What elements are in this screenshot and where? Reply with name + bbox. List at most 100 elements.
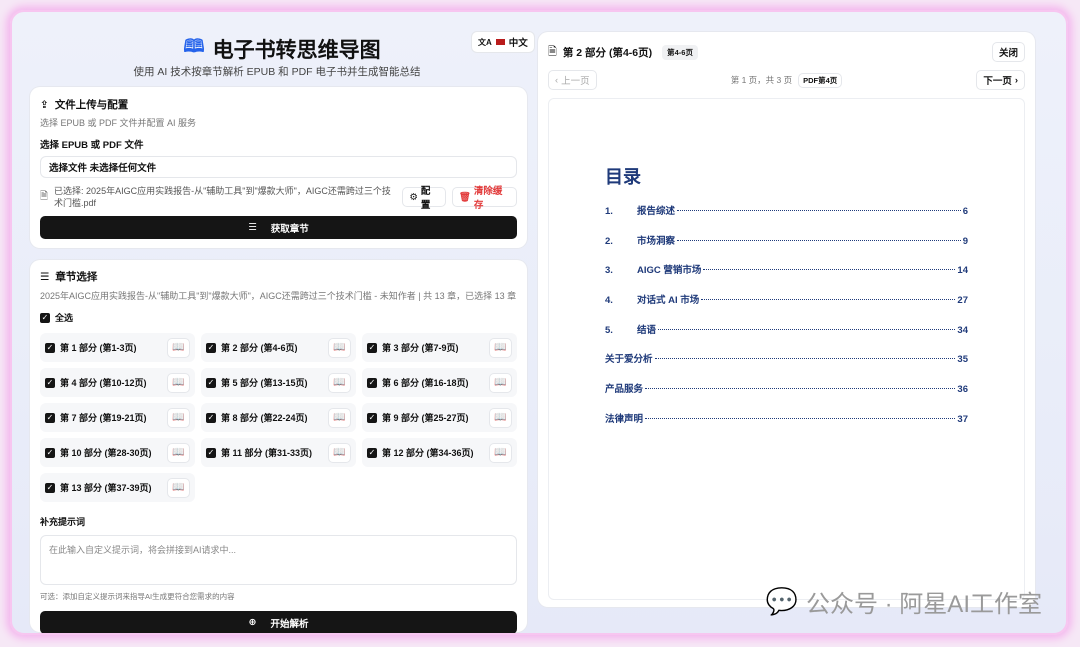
- watermark: 💬 公众号 · 阿星AI工作室: [765, 586, 1042, 618]
- dot-leader: [701, 299, 956, 301]
- checkbox-checked-icon[interactable]: ✓: [206, 447, 216, 458]
- checkbox-checked-icon[interactable]: ✓: [45, 412, 55, 423]
- chapter-item[interactable]: ✓ 第 9 部分 (第25-27页) 📖: [362, 403, 517, 432]
- chevron-left-icon: ‹: [555, 74, 559, 86]
- checkbox-checked-icon[interactable]: ✓: [206, 412, 216, 423]
- upload-card: ⇪ 文件上传与配置 选择 EPUB 或 PDF 文件并配置 AI 服务 选择 EP…: [30, 87, 527, 248]
- prev-page-button[interactable]: ‹ 上一页: [548, 70, 597, 90]
- upload-icon: ⇪: [40, 98, 49, 111]
- checkbox-checked-icon: ✓: [40, 312, 50, 323]
- dot-leader: [677, 210, 961, 211]
- dot-leader: [645, 417, 956, 419]
- book-preview-icon[interactable]: 📖: [489, 337, 512, 358]
- chapter-item[interactable]: ✓ 第 12 部分 (第34-36页) 📖: [362, 438, 517, 467]
- prompt-label: 补充提示词: [40, 517, 86, 527]
- book-preview-icon[interactable]: 📖: [167, 477, 190, 498]
- page-subtitle: 使用 AI 技术按章节解析 EPUB 和 PDF 电子书并生成智能总结: [133, 66, 421, 78]
- chapter-item[interactable]: ✓ 第 5 部分 (第13-15页) 📖: [201, 368, 356, 397]
- viewer-title: 第 2 部分 (第4-6页): [562, 46, 653, 59]
- book-preview-icon[interactable]: 📖: [167, 372, 190, 393]
- wechat-icon: 💬: [765, 586, 798, 616]
- checkbox-checked-icon[interactable]: ✓: [367, 377, 377, 388]
- dot-leader: [654, 358, 956, 360]
- chapter-item[interactable]: ✓ 第 13 部分 (第37-39页) 📖: [40, 473, 195, 502]
- language-switch[interactable]: 文A 中文: [472, 32, 534, 52]
- trash-icon: 🗑: [458, 191, 471, 203]
- book-preview-icon[interactable]: 📖: [489, 372, 512, 393]
- book-preview-icon[interactable]: 📖: [328, 442, 351, 463]
- dot-leader: [645, 388, 956, 390]
- file-input[interactable]: 选择文件 未选择任何文件: [40, 156, 517, 178]
- book-preview-icon[interactable]: 📖: [328, 337, 351, 358]
- gear-icon: ⚙: [409, 191, 418, 203]
- fetch-chapters-button[interactable]: ☰ 获取章节: [40, 216, 517, 239]
- upload-desc: 选择 EPUB 或 PDF 文件并配置 AI 服务: [40, 118, 197, 128]
- chapter-item[interactable]: ✓ 第 1 部分 (第1-3页) 📖: [40, 333, 195, 362]
- brain-icon: ⊕: [248, 617, 257, 628]
- chapter-item[interactable]: ✓ 第 4 部分 (第10-12页) 📖: [40, 368, 195, 397]
- toc-entry: 2. 市场洞察 9: [605, 235, 968, 247]
- toc-entry: 法律声明 37: [605, 413, 968, 425]
- clear-cache-button[interactable]: 🗑 清除缓存: [451, 186, 517, 211]
- file-icon: 🗎: [40, 190, 49, 202]
- dot-leader: [677, 239, 961, 241]
- chapter-item[interactable]: ✓ 第 10 部分 (第28-30页) 📖: [40, 438, 195, 467]
- checkbox-checked-icon[interactable]: ✓: [206, 342, 216, 353]
- page-title: 🕮 电子书转思维导图: [183, 36, 381, 62]
- checkbox-checked-icon[interactable]: ✓: [45, 342, 55, 353]
- book-preview-icon[interactable]: 📖: [328, 407, 351, 428]
- checkbox-checked-icon[interactable]: ✓: [367, 342, 377, 353]
- toc-entry: 3. AIGC 营销市场 14: [605, 265, 968, 277]
- chapter-item[interactable]: ✓ 第 8 部分 (第22-24页) 📖: [201, 403, 356, 432]
- checkbox-checked-icon[interactable]: ✓: [367, 412, 377, 423]
- book-preview-icon[interactable]: 📖: [489, 442, 512, 463]
- prompt-textarea[interactable]: 在此输入自定义提示词，将会拼接到AI请求中...: [40, 535, 517, 585]
- document-icon: 🗎: [548, 45, 557, 58]
- list-icon: ☰: [40, 270, 50, 283]
- checkbox-checked-icon[interactable]: ✓: [45, 482, 55, 493]
- list-icon: ☰: [248, 222, 257, 233]
- toc-entry: 4. 对话式 AI 市场 27: [605, 295, 968, 307]
- book-preview-icon[interactable]: 📖: [167, 442, 190, 463]
- pdf-page-badge: PDF第4页: [798, 72, 843, 88]
- config-button[interactable]: ⚙ 配置: [402, 186, 446, 211]
- page-range-badge: 第4-6页: [662, 44, 698, 60]
- dot-leader: [703, 269, 956, 271]
- book-preview-icon[interactable]: 📖: [167, 337, 190, 358]
- checkbox-checked-icon[interactable]: ✓: [206, 377, 216, 388]
- start-parse-button[interactable]: ⊕ 开始解析: [40, 611, 517, 633]
- checkbox-checked-icon[interactable]: ✓: [45, 447, 55, 458]
- next-page-button[interactable]: 下一页 ›: [976, 70, 1025, 90]
- chapter-item[interactable]: ✓ 第 6 部分 (第16-18页) 📖: [362, 368, 517, 397]
- book-preview-icon[interactable]: 📖: [328, 372, 351, 393]
- prompt-hint: 可选：添加自定义提示词来指导AI生成更符合您需求的内容: [40, 592, 235, 601]
- translate-icon: 文A: [478, 37, 492, 47]
- close-button[interactable]: 关闭: [991, 42, 1025, 62]
- book-preview-icon[interactable]: 📖: [167, 407, 190, 428]
- select-all-checkbox[interactable]: ✓ 全选: [40, 311, 517, 324]
- chapter-item[interactable]: ✓ 第 3 部分 (第7-9页) 📖: [362, 333, 517, 362]
- chapter-item[interactable]: ✓ 第 7 部分 (第19-21页) 📖: [40, 403, 195, 432]
- chapters-heading: ☰ 章节选择: [40, 270, 98, 284]
- chapter-grid: ✓ 第 1 部分 (第1-3页) 📖 ✓ 第 2 部分 (第4-6页) 📖 ✓ 第 3 部分 …: [40, 333, 517, 502]
- toc-list: 1. 报告综述 6 2. 市场洞察 9 3. AIGC 营销市场 14 4. 对话式 AI 市场 27…: [605, 203, 968, 441]
- chapter-item[interactable]: ✓ 第 11 部分 (第31-33页) 📖: [201, 438, 356, 467]
- chevron-right-icon: ›: [1014, 74, 1018, 86]
- toc-entry: 产品服务 36: [605, 384, 968, 396]
- toc-title: 目录: [605, 167, 641, 187]
- chapters-card: ☰ 章节选择 2025年AIGC应用实践报告-从"辅助工具"到"爆款大师"，AIG…: [30, 260, 527, 633]
- checkbox-checked-icon[interactable]: ✓: [45, 377, 55, 388]
- upload-heading: ⇪ 文件上传与配置: [40, 98, 129, 112]
- app-window: 🕮 电子书转思维导图 使用 AI 技术按章节解析 EPUB 和 PDF 电子书并…: [10, 10, 1068, 635]
- pdf-page-view: 目录 1. 报告综述 6 2. 市场洞察 9 3. AIGC 营销市场 14 4. 对话式 AI 市…: [548, 98, 1025, 600]
- toc-entry: 1. 报告综述 6: [605, 206, 968, 217]
- chapter-item[interactable]: ✓ 第 2 部分 (第4-6页) 📖: [201, 333, 356, 362]
- checkbox-checked-icon[interactable]: ✓: [367, 447, 377, 458]
- viewer-panel: 🗎 第 2 部分 (第4-6页) 第4-6页 关闭 ‹ 上一页 第 1 页，共 3…: [538, 32, 1035, 607]
- flag-icon: [495, 39, 505, 45]
- toc-entry: 关于爱分析 35: [605, 354, 968, 366]
- dot-leader: [658, 328, 956, 330]
- book-open-icon: 🕮: [183, 36, 205, 56]
- file-label: 选择 EPUB 或 PDF 文件: [40, 140, 144, 151]
- book-preview-icon[interactable]: 📖: [489, 407, 512, 428]
